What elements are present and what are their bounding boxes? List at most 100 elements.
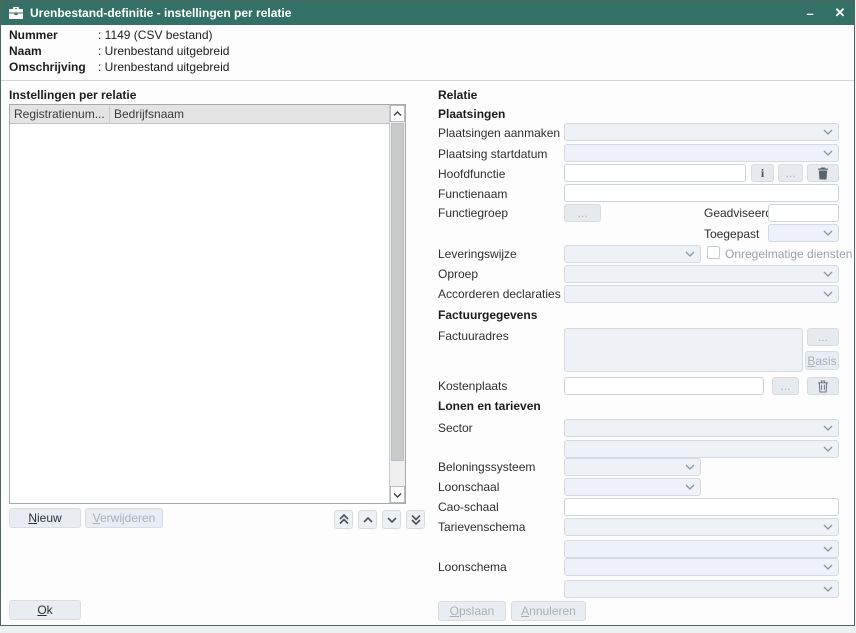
chevron-down-icon <box>823 291 833 297</box>
chevron-down-icon <box>823 271 833 277</box>
header-value-naam: : Urenbestand uitgebreid <box>98 44 229 58</box>
chevron-down-icon <box>685 251 695 257</box>
loonschema-select-1[interactable] <box>564 558 839 576</box>
move-down-button[interactable] <box>382 510 401 529</box>
oproep-label: Oproep <box>438 267 478 281</box>
factuurgegevens-section-title: Factuurgegevens <box>438 308 537 322</box>
close-icon: ✕ <box>835 5 846 21</box>
functienaam-label: Functienaam <box>438 187 507 201</box>
scrollbar-up-button[interactable] <box>390 105 405 122</box>
chevron-down-icon <box>823 586 833 592</box>
geadviseerd-input[interactable] <box>768 204 839 222</box>
ok-button[interactable]: Ok <box>9 600 81 620</box>
chevron-down-icon <box>823 230 833 236</box>
minimize-button[interactable]: – <box>799 1 821 25</box>
lonen-en-tarieven-section-title: Lonen en tarieven <box>438 399 541 413</box>
cao-schaal-label: Cao-schaal <box>438 500 499 514</box>
opslaan-button[interactable]: Opslaan <box>438 601 506 621</box>
functiegroep-label: Functiegroep <box>438 206 508 220</box>
kostenplaats-input[interactable] <box>564 377 764 395</box>
plaatsingen-aanmaken-label: Plaatsingen aanmaken <box>438 126 560 140</box>
chevron-down-icon <box>823 564 833 570</box>
dialog-window: Urenbestand-definitie - instellingen per… <box>0 0 855 626</box>
functiegroep-browse-button[interactable]: ... <box>564 204 601 222</box>
plaatsingen-aanmaken-select[interactable] <box>564 123 839 141</box>
chevron-down-icon <box>393 492 402 498</box>
loonschaal-select[interactable] <box>564 478 701 496</box>
tarievenschema-label: Tarievenschema <box>438 520 525 534</box>
chevron-down-icon <box>685 484 695 490</box>
briefcase-icon <box>9 7 23 19</box>
chevron-down-icon <box>823 546 833 552</box>
relaties-table: Registratienum... Bedrijfsnaam <box>9 104 406 504</box>
scrollbar-thumb[interactable] <box>391 123 404 461</box>
accorderen-declaraties-label: Accorderen declaraties <box>438 287 561 301</box>
trash-outline-icon <box>817 380 829 393</box>
sector-label: Sector <box>438 421 473 435</box>
chevron-down-icon <box>823 150 833 156</box>
ellipsis-icon: ... <box>780 379 790 393</box>
chevron-down-icon <box>386 516 398 524</box>
chevron-up-icon <box>393 111 402 117</box>
toegepast-select[interactable] <box>768 224 839 242</box>
cao-schaal-input[interactable] <box>564 498 839 516</box>
sector-select-1[interactable] <box>564 419 839 437</box>
screen: Urenbestand-definitie - instellingen per… <box>0 0 856 633</box>
header-label-nummer: Nummer <box>9 28 58 42</box>
plaatsingen-section-title: Plaatsingen <box>438 107 505 121</box>
hoofdfunctie-delete-button[interactable] <box>807 164 839 182</box>
double-chevron-down-icon <box>410 514 422 525</box>
oproep-select[interactable] <box>564 265 839 283</box>
sector-select-2[interactable] <box>564 440 839 458</box>
header-label-omschrijving: Omschrijving <box>9 60 86 74</box>
leveringswijze-label: Leveringswijze <box>438 247 517 261</box>
leveringswijze-select[interactable] <box>564 245 701 263</box>
ellipsis-icon: ... <box>818 330 828 344</box>
hoofdfunctie-label: Hoofdfunctie <box>438 167 505 181</box>
table-scrollbar[interactable] <box>389 105 405 503</box>
kostenplaats-browse-button[interactable]: ... <box>772 377 799 395</box>
column-header-registratienummer[interactable]: Registratienum... <box>10 105 110 123</box>
factuuradres-textarea[interactable] <box>564 328 803 372</box>
onregelmatige-diensten-label: Onregelmatige diensten <box>725 247 852 261</box>
column-header-bedrijfsnaam[interactable]: Bedrijfsnaam <box>110 105 389 123</box>
chevron-down-icon <box>823 129 833 135</box>
close-button[interactable]: ✕ <box>829 1 851 25</box>
move-top-button[interactable] <box>334 510 353 529</box>
tarievenschema-select-2[interactable] <box>564 540 839 558</box>
chevron-down-icon <box>823 524 833 530</box>
hoofdfunctie-browse-button[interactable]: ... <box>778 164 803 182</box>
loonschema-label: Loonschema <box>438 560 507 574</box>
nieuw-button[interactable]: Nieuw <box>9 508 81 528</box>
kostenplaats-label: Kostenplaats <box>438 379 507 393</box>
info-icon: i <box>761 166 764 181</box>
hoofdfunctie-input[interactable] <box>564 164 746 182</box>
verwijderen-button[interactable]: Verwijderen <box>85 508 163 528</box>
header-value-nummer: : 1149 (CSV bestand) <box>98 28 213 42</box>
window-title: Urenbestand-definitie - instellingen per… <box>30 6 291 20</box>
titlebar: Urenbestand-definitie - instellingen per… <box>1 1 854 25</box>
relatie-section-title: Relatie <box>438 88 477 102</box>
kostenplaats-delete-button[interactable] <box>807 377 839 395</box>
move-up-button[interactable] <box>358 510 377 529</box>
plaatsing-startdatum-label: Plaatsing startdatum <box>438 147 547 161</box>
hoofdfunctie-info-button[interactable]: i <box>751 164 774 182</box>
basis-button[interactable]: Basis <box>805 351 839 370</box>
onregelmatige-diensten-checkbox[interactable] <box>707 246 720 259</box>
accorderen-declaraties-select[interactable] <box>564 285 839 303</box>
double-chevron-up-icon <box>338 514 350 525</box>
move-bottom-button[interactable] <box>406 510 425 529</box>
scrollbar-down-button[interactable] <box>390 486 405 503</box>
functienaam-input[interactable] <box>564 184 839 202</box>
table-header: Registratienum... Bedrijfsnaam <box>10 105 389 124</box>
beloningssysteem-select[interactable] <box>564 458 701 476</box>
plaatsing-startdatum-select[interactable] <box>564 144 839 162</box>
annuleren-button[interactable]: Annuleren <box>511 601 586 621</box>
factuuradres-browse-button[interactable]: ... <box>807 328 839 346</box>
ellipsis-icon: ... <box>577 206 587 220</box>
chevron-up-icon <box>362 516 374 524</box>
loonschema-select-2[interactable] <box>564 580 839 598</box>
tarievenschema-select-1[interactable] <box>564 518 839 536</box>
trash-icon <box>817 167 829 180</box>
geadviseerd-label: Geadviseerd <box>704 206 772 220</box>
